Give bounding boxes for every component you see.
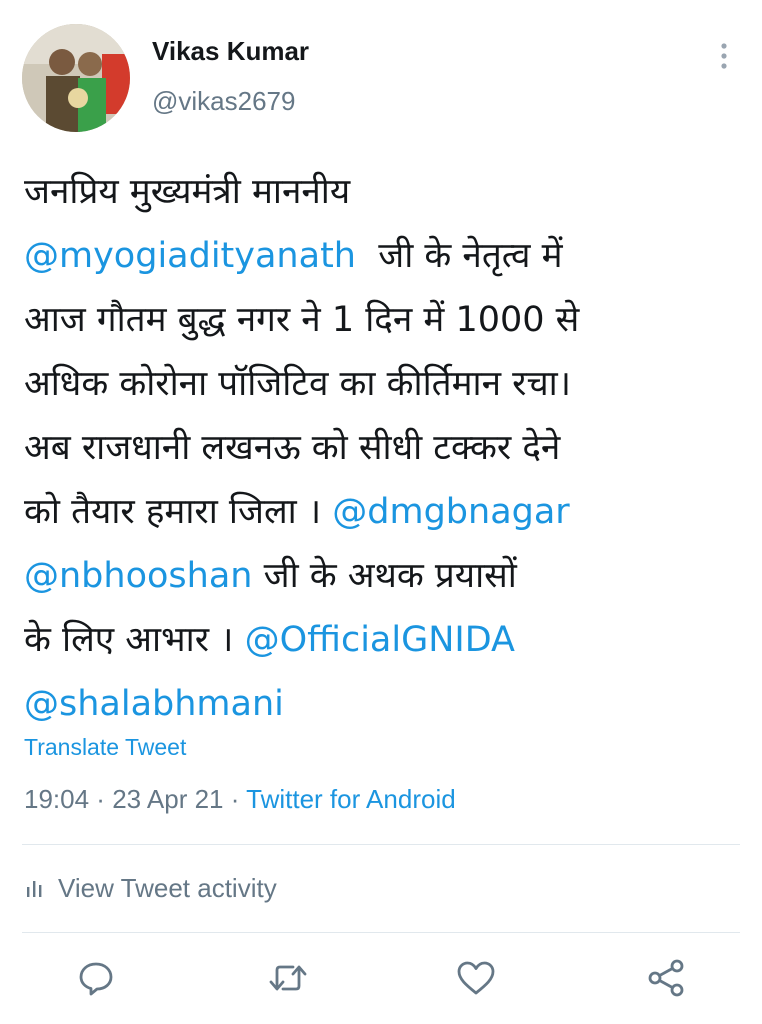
mention-nbhooshan[interactable]: @nbhooshan [24, 556, 252, 596]
mention-shalabhmani[interactable]: @shalabhmani [24, 684, 284, 724]
retweet-button[interactable] [266, 956, 310, 1000]
tweet-source-link[interactable]: Twitter for Android [246, 784, 456, 814]
tweet-text-segment: को तैयार हमारा जिला । [24, 492, 333, 532]
tweet-line: के लिए आभार । @OfficialGNIDA [24, 608, 744, 672]
translate-tweet-link[interactable]: Translate Tweet [24, 734, 186, 761]
display-name[interactable]: Vikas Kumar [152, 36, 309, 67]
divider [22, 932, 740, 933]
tweet-line: अब राजधानी लखनऊ को सीधी टक्कर देने [24, 416, 744, 480]
mention-officialgnida[interactable]: @OfficialGNIDA [245, 620, 515, 660]
divider [22, 844, 740, 845]
meta-separator: · [223, 784, 247, 814]
tweet-text-segment: के लिए आभार । [24, 620, 245, 660]
tweet-text-segment: आज गौतम बुद्ध नगर ने 1 दिन में 1000 से [24, 300, 580, 340]
tweet-text-segment: जनप्रिय मुख्यमंत्री माननीय [24, 172, 351, 212]
speech-bubble-icon [79, 962, 113, 996]
more-options-icon[interactable] [706, 38, 742, 74]
tweet-text-segment: अधिक कोरोना पॉजिटिव का कीर्तिमान रचा। [24, 364, 571, 404]
like-button[interactable] [454, 956, 498, 1000]
meta-separator: · [89, 784, 113, 814]
reply-button[interactable] [74, 956, 118, 1000]
heart-icon [457, 961, 495, 995]
avatar-photo [22, 24, 130, 132]
tweet-line: आज गौतम बुद्ध नगर ने 1 दिन में 1000 से [24, 288, 744, 352]
tweet-line: @shalabhmani [24, 672, 744, 736]
share-nodes-icon [648, 959, 684, 997]
tweet-line: @nbhooshan जी के अथक प्रयासों [24, 544, 744, 608]
tweet-text: जनप्रिय मुख्यमंत्री माननीय @myogiadityan… [24, 160, 744, 736]
tweet-meta: 19:04 · 23 Apr 21 · Twitter for Android [24, 784, 456, 815]
tweet-text-segment: जी के नेतृत्व में [355, 236, 563, 276]
share-button[interactable] [644, 956, 688, 1000]
user-handle[interactable]: @vikas2679 [152, 86, 295, 117]
user-avatar[interactable] [22, 24, 130, 132]
mention-dmgbnagar[interactable]: @dmgbnagar [332, 492, 569, 532]
tweet-time: 19:04 [24, 784, 90, 814]
tweet-line: अधिक कोरोना पॉजिटिव का कीर्तिमान रचा। [24, 352, 744, 416]
mention-myogiadityanath[interactable]: @myogiadityanath [24, 236, 356, 276]
tweet-date: 23 Apr 21 [112, 784, 224, 814]
tweet-line: को तैयार हमारा जिला । @dmgbnagar [24, 480, 744, 544]
tweet-line: @myogiadityanath जी के नेतृत्व में [24, 224, 744, 288]
retweet-arrows-icon [269, 965, 307, 991]
tweet-text-segment: जी के अथक प्रयासों [252, 556, 517, 596]
view-tweet-activity-label: View Tweet activity [58, 872, 277, 903]
tweet-line: जनप्रिय मुख्यमंत्री माननीय [24, 160, 744, 224]
bar-chart-icon [24, 877, 46, 899]
view-tweet-activity-button[interactable]: View Tweet activity [24, 870, 277, 906]
tweet-text-segment: अब राजधानी लखनऊ को सीधी टक्कर देने [24, 428, 561, 468]
